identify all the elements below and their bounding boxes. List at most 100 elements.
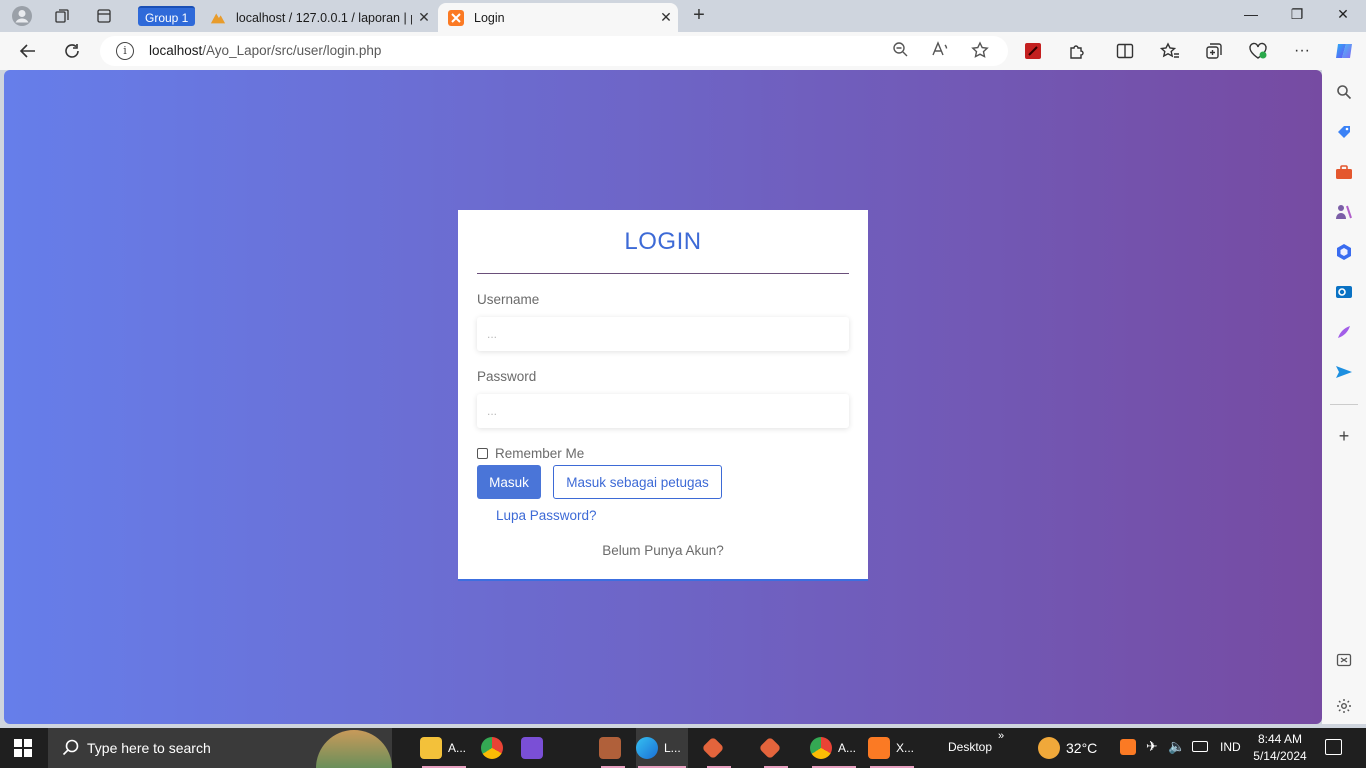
password-input[interactable]: [477, 394, 849, 428]
add-sidebar-app-icon[interactable]: +: [1334, 426, 1354, 446]
minimize-icon[interactable]: —: [1240, 6, 1262, 26]
xampp-icon: [448, 9, 464, 26]
taskbar-app-xampp[interactable]: X...: [868, 728, 916, 768]
taskbar-app-git-1[interactable]: [701, 728, 733, 768]
close-tab-icon[interactable]: ✕: [654, 9, 678, 26]
outlook-icon[interactable]: [1334, 282, 1354, 302]
file-explorer-icon: [420, 737, 442, 759]
refresh-icon[interactable]: [60, 40, 84, 62]
address-bar[interactable]: i localhost/Ayo_Lapor/src/user/login.php: [100, 36, 1008, 66]
taskbar-app-edge[interactable]: L...: [636, 728, 688, 768]
new-tab-icon[interactable]: +: [688, 5, 710, 27]
tray-battery-icon[interactable]: [1192, 741, 1208, 752]
title-divider: [477, 273, 849, 274]
tab-group-label[interactable]: Group 1: [138, 6, 196, 26]
microsoft-365-icon[interactable]: [1334, 242, 1354, 262]
more-options-icon[interactable]: ···: [1290, 40, 1314, 62]
split-screen-icon[interactable]: [1113, 40, 1137, 62]
tab-phpmyadmin[interactable]: localhost / 127.0.0.1 / laporan | ph ✕: [200, 3, 436, 32]
windows-start-icon[interactable]: [14, 739, 32, 757]
workspaces-icon[interactable]: [50, 5, 74, 27]
xampp-icon: [868, 737, 890, 759]
site-info-icon[interactable]: i: [116, 42, 134, 60]
remember-me-checkbox[interactable]: [477, 448, 488, 459]
notification-center-icon[interactable]: [1325, 739, 1342, 755]
close-tab-icon[interactable]: ✕: [412, 9, 436, 26]
tab-title: Login: [474, 10, 505, 25]
favorite-star-icon[interactable]: [970, 41, 990, 61]
input-language[interactable]: IND: [1220, 740, 1241, 754]
clock-time: 8:44 AM: [1257, 732, 1303, 746]
weather-cloud-sun-icon: [1038, 737, 1060, 759]
send-icon[interactable]: [1334, 362, 1354, 382]
chrome-icon: [481, 737, 503, 759]
desktop-toolbar-label[interactable]: Desktop: [948, 740, 992, 754]
officer-login-button[interactable]: Masuk sebagai petugas: [553, 465, 722, 499]
taskbar-app-chrome[interactable]: [481, 728, 509, 768]
tab-actions-icon[interactable]: [92, 5, 116, 27]
taskbar-app-label: A...: [838, 741, 857, 755]
toolbar-overflow-icon[interactable]: »: [998, 730, 1004, 742]
url-host: localhost: [149, 43, 203, 58]
collections-icon[interactable]: [1202, 40, 1226, 62]
taskbar-search-box[interactable]: Type here to search: [48, 728, 392, 768]
tab-login[interactable]: Login ✕: [438, 3, 678, 32]
clock-date: 5/14/2024: [1253, 749, 1307, 763]
weather-widget[interactable]: 32°C: [1038, 728, 1102, 768]
phpmyadmin-icon: [210, 10, 226, 26]
copilot-icon[interactable]: [1332, 40, 1356, 62]
url-path: /Ayo_Lapor/src/user/login.php: [202, 43, 382, 58]
profile-icon[interactable]: [10, 5, 34, 27]
git-icon: [758, 736, 782, 760]
sidebar-divider: [1330, 404, 1358, 405]
windows-taskbar: Type here to search A... L... A... X...: [0, 728, 1366, 768]
weather-temperature: 32°C: [1066, 740, 1098, 756]
back-icon[interactable]: [16, 40, 40, 62]
visual-studio-icon: [521, 737, 543, 759]
browser-essentials-icon[interactable]: [1246, 40, 1270, 62]
games-icon[interactable]: [1334, 202, 1354, 222]
forgot-password-link[interactable]: Lupa Password?: [496, 508, 597, 523]
search-icon: [62, 738, 80, 761]
tray-airplane-icon[interactable]: ✈: [1146, 738, 1158, 755]
edge-sidebar: +: [1322, 70, 1366, 724]
browser-tab-bar: Group 1 localhost / 127.0.0.1 / laporan …: [0, 0, 1366, 32]
read-aloud-icon[interactable]: [930, 41, 950, 61]
taskbar-app-visual-studio[interactable]: [521, 728, 549, 768]
tools-toolbox-icon[interactable]: [1334, 162, 1354, 182]
taskbar-app-git-2[interactable]: [758, 728, 790, 768]
search-highlight-image: [316, 730, 392, 768]
extensions-puzzle-icon[interactable]: [1065, 40, 1089, 62]
designer-icon[interactable]: [1334, 322, 1354, 342]
tab-title: localhost / 127.0.0.1 / laporan | ph: [236, 10, 412, 25]
login-button[interactable]: Masuk: [477, 465, 541, 499]
favorites-icon[interactable]: [1158, 40, 1182, 62]
system-clock[interactable]: 8:44 AM 5/14/2024: [1250, 731, 1310, 765]
signup-link[interactable]: Belum Punya Akun?: [458, 543, 868, 558]
shopping-tag-icon[interactable]: [1334, 122, 1354, 142]
username-label: Username: [477, 292, 540, 307]
sidebar-settings-gear-icon[interactable]: [1334, 696, 1354, 716]
login-card: LOGIN Username Password Remember Me Masu…: [458, 210, 868, 581]
browser-toolbar: i localhost/Ayo_Lapor/src/user/login.php…: [0, 32, 1366, 70]
restore-icon[interactable]: ❐: [1286, 6, 1308, 26]
remember-me-label[interactable]: Remember Me: [495, 446, 584, 461]
zoom-out-icon[interactable]: [890, 41, 910, 61]
screenshot-icon[interactable]: [1334, 650, 1354, 670]
taskbar-app-chrome-profile[interactable]: A...: [810, 728, 858, 768]
taskbar-app-photos[interactable]: [599, 728, 627, 768]
username-input[interactable]: [477, 317, 849, 351]
tray-xampp-icon[interactable]: [1120, 739, 1136, 755]
url-text[interactable]: localhost/Ayo_Lapor/src/user/login.php: [149, 43, 381, 58]
git-icon: [701, 736, 725, 760]
password-label: Password: [477, 369, 537, 384]
search-icon[interactable]: [1334, 82, 1354, 102]
search-placeholder: Type here to search: [87, 740, 211, 756]
tray-volume-icon[interactable]: 🔈: [1168, 738, 1185, 755]
photo-app-icon: [599, 737, 621, 759]
close-window-icon[interactable]: ✕: [1332, 6, 1354, 26]
taskbar-app-file-explorer[interactable]: A...: [420, 728, 468, 768]
taskbar-app-label: L...: [664, 741, 681, 755]
taskbar-app-label: X...: [896, 741, 915, 755]
extension-red-icon[interactable]: [1021, 40, 1045, 62]
